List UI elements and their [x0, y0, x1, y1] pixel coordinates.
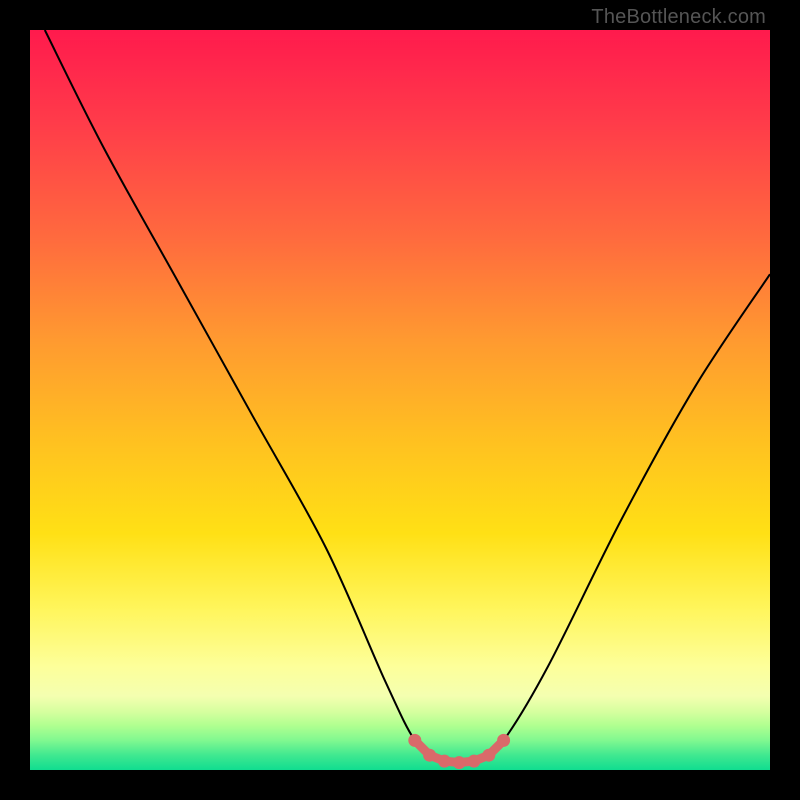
valley-dot — [468, 755, 481, 768]
valley-dot — [453, 756, 466, 769]
watermark-text: TheBottleneck.com — [591, 6, 766, 29]
valley-dot — [497, 734, 510, 747]
chart-frame: TheBottleneck.com — [0, 0, 800, 800]
curve-svg — [30, 30, 770, 770]
valley-dot — [408, 734, 421, 747]
valley-dot — [482, 749, 495, 762]
bottleneck-curve-path — [45, 30, 770, 763]
valley-markers — [408, 734, 510, 769]
plot-area — [30, 30, 770, 770]
bottleneck-curve — [45, 30, 770, 763]
valley-dot — [423, 749, 436, 762]
valley-dot — [438, 755, 451, 768]
